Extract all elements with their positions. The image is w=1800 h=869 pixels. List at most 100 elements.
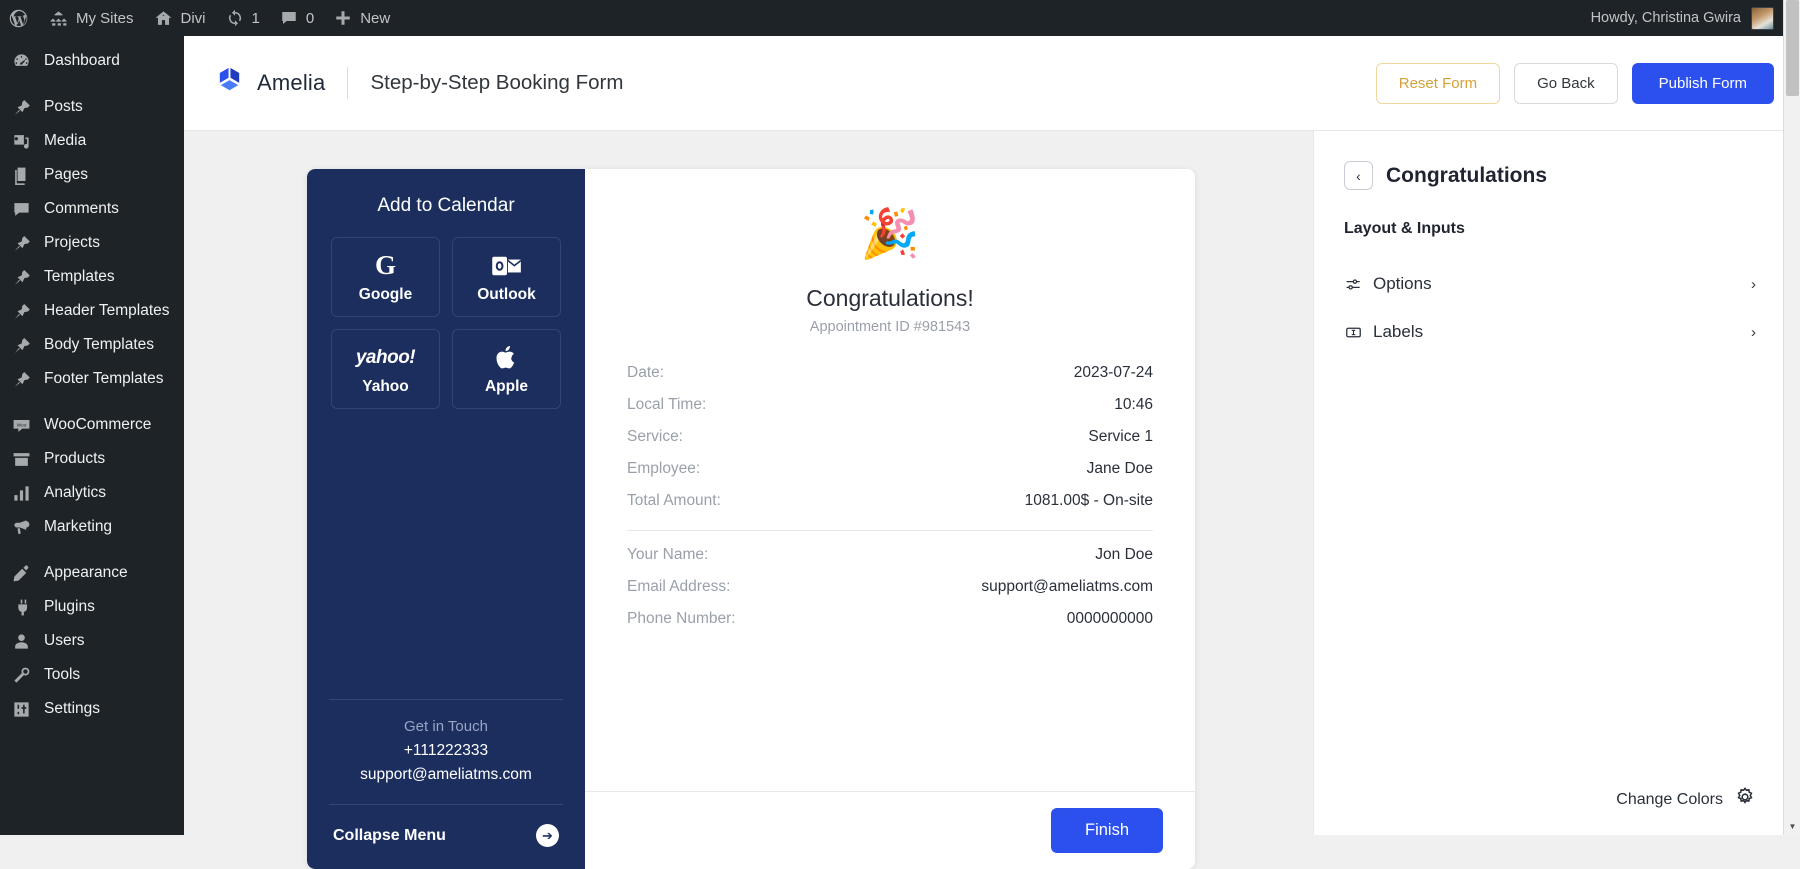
booking-form-card: Add to Calendar G Google Outlook yahoo! … [307, 169, 1195, 869]
collapse-menu-label: Collapse Menu [333, 826, 446, 844]
sidebar-item-media[interactable]: Media [0, 124, 184, 158]
finish-button[interactable]: Finish [1050, 808, 1163, 853]
wp-admin-sidebar: Dashboard Posts Media Pages Comments Pro… [0, 36, 184, 835]
detail-row-label: Local Time: [627, 396, 707, 413]
sidebar-item-analytics[interactable]: Analytics [0, 476, 184, 510]
settings-row-options[interactable]: Options › [1344, 260, 1756, 308]
go-back-button[interactable]: Go Back [1514, 62, 1618, 104]
add-to-google-calendar-button[interactable]: G Google [331, 237, 440, 317]
change-colors-button[interactable]: Change Colors [1344, 786, 1756, 835]
pin-icon [11, 335, 31, 355]
detail-row-value: 10:46 [1114, 396, 1153, 413]
sidebar-item-users[interactable]: Users [0, 624, 184, 658]
adminbar-account[interactable]: Howdy, Christina Gwira [1591, 6, 1800, 30]
reset-form-button[interactable]: Reset Form [1375, 62, 1501, 104]
amelia-brand: Amelia [214, 65, 325, 101]
settings-row-labels[interactable]: Labels › [1344, 308, 1756, 356]
get-in-touch-block: Get in Touch +111222333 support@ameliatm… [331, 700, 561, 804]
sidebar-item-projects[interactable]: Projects [0, 226, 184, 260]
detail-row-value: Jon Doe [1095, 546, 1153, 563]
sites-icon [49, 9, 68, 28]
adminbar-item-wordpress[interactable] [0, 0, 39, 36]
scroll-down-arrow-icon[interactable]: ▼ [1784, 818, 1800, 835]
back-button[interactable]: ‹ [1344, 161, 1373, 190]
sidebar-item-appearance[interactable]: Appearance [0, 556, 184, 590]
sidebar-item-templates[interactable]: Templates [0, 260, 184, 294]
sidebar-item-label: Footer Templates [44, 370, 164, 387]
pin-icon [11, 97, 31, 117]
pin-icon [11, 369, 31, 389]
add-to-apple-calendar-button[interactable]: Apple [452, 329, 561, 409]
settings-section-heading: Layout & Inputs [1344, 220, 1465, 237]
settings-row-label: Options [1373, 274, 1432, 293]
analytics-icon [11, 483, 31, 503]
calendar-button-label: Google [358, 285, 413, 303]
sidebar-item-pages[interactable]: Pages [0, 158, 184, 192]
detail-row-label: Email Address: [627, 578, 731, 595]
sidebar-divider [0, 396, 184, 408]
home-icon [154, 9, 173, 28]
sidebar-item-plugins[interactable]: Plugins [0, 590, 184, 624]
publish-form-button[interactable]: Publish Form [1631, 62, 1774, 104]
sidebar-item-label: Products [44, 450, 106, 467]
add-to-yahoo-calendar-button[interactable]: yahoo! Yahoo [331, 329, 440, 409]
products-icon [11, 449, 31, 469]
sliders-icon [1344, 276, 1363, 293]
calendar-button-label: Yahoo [362, 377, 409, 395]
adminbar-item-my-sites[interactable]: My Sites [39, 0, 144, 36]
sidebar-item-label: Templates [44, 268, 115, 285]
sidebar-item-label: Analytics [44, 484, 107, 501]
adminbar-item-new[interactable]: New [324, 0, 400, 36]
sidebar-item-label: Users [44, 632, 85, 649]
get-in-touch-email[interactable]: support@ameliatms.com [331, 766, 561, 784]
add-to-outlook-calendar-button[interactable]: Outlook [452, 237, 561, 317]
tools-icon [11, 665, 31, 685]
amelia-toolbar: Amelia Step-by-Step Booking Form Reset F… [184, 36, 1800, 131]
detail-row-label: Service: [627, 428, 683, 445]
sidebar-item-tools[interactable]: Tools [0, 658, 184, 692]
adminbar-item-updates[interactable]: 1 [216, 0, 270, 36]
sidebar-item-woocommerce[interactable]: Woo WooCommerce [0, 408, 184, 442]
sidebar-item-comments[interactable]: Comments [0, 192, 184, 226]
sidebar-item-label: Media [44, 132, 87, 149]
sidebar-item-products[interactable]: Products [0, 442, 184, 476]
wp-admin-bar: My Sites Divi 1 0 New Howdy, Christina G… [0, 0, 1800, 36]
adminbar-item-comments[interactable]: 0 [270, 0, 324, 36]
plugins-icon [11, 597, 31, 617]
adminbar-divi-label: Divi [180, 9, 206, 27]
marketing-icon [11, 517, 31, 537]
chevron-left-icon: ‹ [1356, 167, 1361, 184]
calendar-buttons-grid: G Google Outlook yahoo! Yahoo Apple [331, 237, 561, 409]
main-content-area: Amelia Step-by-Step Booking Form Reset F… [184, 36, 1800, 869]
detail-row-value: Service 1 [1088, 428, 1153, 445]
party-popper-icon: 🎉 [860, 208, 920, 261]
outlook-icon [491, 251, 522, 281]
sidebar-item-footer-templates[interactable]: Footer Templates [0, 362, 184, 396]
sidebar-item-label: Tools [44, 666, 81, 683]
sidebar-item-body-templates[interactable]: Body Templates [0, 328, 184, 362]
header-divider [347, 67, 349, 99]
sidebar-item-settings[interactable]: Settings [0, 692, 184, 726]
sidebar-item-label: Comments [44, 200, 119, 217]
sidebar-item-posts[interactable]: Posts [0, 90, 184, 124]
detail-row: Email Address: support@ameliatms.com [627, 571, 1153, 603]
pages-icon [11, 165, 31, 185]
collapse-menu-button[interactable]: Collapse Menu ➔ [331, 805, 561, 869]
sidebar-item-dashboard[interactable]: Dashboard [0, 44, 184, 78]
calendar-button-label: Apple [484, 377, 529, 395]
sidebar-item-marketing[interactable]: Marketing [0, 510, 184, 544]
get-in-touch-phone[interactable]: +111222333 [331, 742, 561, 760]
congratulations-heading: Congratulations! [806, 285, 974, 311]
adminbar-item-divi[interactable]: Divi [144, 0, 216, 36]
scrollbar-thumb[interactable] [1786, 0, 1799, 96]
sidebar-divider [0, 78, 184, 90]
sidebar-item-header-templates[interactable]: Header Templates [0, 294, 184, 328]
amelia-brand-label: Amelia [257, 70, 326, 95]
appearance-icon [11, 563, 31, 583]
change-colors-label: Change Colors [1616, 790, 1723, 808]
calendar-panel-spacer [331, 409, 561, 699]
page-scrollbar[interactable]: ▲ ▼ [1783, 0, 1800, 835]
adminbar-comments-count: 0 [305, 9, 315, 27]
adminbar-new-label: New [360, 9, 391, 27]
apple-icon [495, 343, 518, 373]
